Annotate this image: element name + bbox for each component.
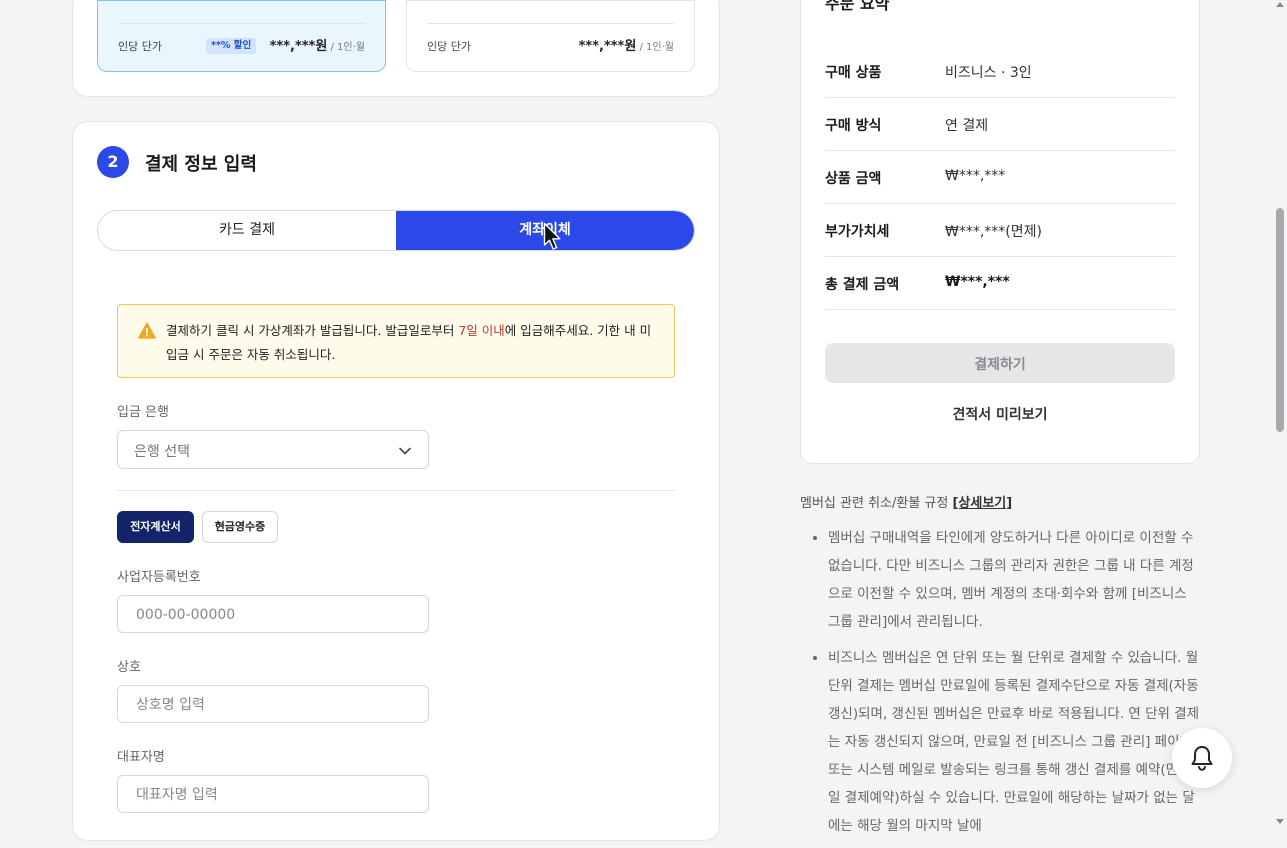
business-number-input[interactable] [134,596,418,634]
virtual-account-notice: 결제하기 클릭 시 가상계좌가 발급됩니다. 발급일로부터 7일 이내에 입금해… [117,304,675,378]
company-name-input[interactable] [134,686,418,724]
unit-price-value: ***,***원 [578,39,637,54]
notice-deadline: 7일 이내 [458,323,505,338]
payment-method-toggle: 카드 결제 계좌이체 [97,210,695,251]
notice-text-part: 결제하기 클릭 시 가상계좌가 발급됩니다. 발급일로부터 [166,323,459,338]
cash-receipt-button[interactable]: 현금영수증 [202,511,278,543]
refund-policy-list: 멤버십 구매내역을 타인에게 양도하거나 다른 아이디로 이전할 수 없습니다.… [800,524,1200,848]
policy-detail-link[interactable]: [상세보기] [952,496,1012,511]
summary-row-vat: 부가가치세 ₩***,***(면제) [825,204,1175,257]
unit-price-unit: / 1인·월 [636,42,675,53]
summary-row-price: 상품 금액 ₩***,*** [825,151,1175,204]
warning-icon [138,322,156,339]
refund-policy-title: 멤버십 관련 취소/환불 규정 [800,496,953,511]
card-payment-tab[interactable]: 카드 결제 [98,211,396,250]
unit-price: ***,***원 / 1인·월 [270,35,365,54]
summary-key: 총 결제 금액 [825,277,900,293]
bank-select[interactable]: 은행 선택 [117,430,429,469]
representative-input[interactable] [134,776,418,814]
business-number-label: 사업자등록번호 [117,570,201,585]
scroll-down-arrow-icon[interactable] [1276,819,1284,824]
page-scrollbar[interactable] [1273,0,1287,828]
step-number-badge: 2 [97,146,129,178]
bell-icon [1191,746,1213,771]
unit-price-label: 인당 단가 [427,40,471,53]
bank-select-value: 은행 선택 [134,444,190,460]
unit-price: ***,***원 / 1인·월 [579,35,674,54]
plan-card[interactable]: 인당 단가 ***,***원 / 1인·월 [406,0,695,72]
summary-key: 구매 상품 [825,65,882,81]
business-number-field [117,595,429,634]
representative-field [117,775,429,814]
policy-item: 비즈니스 멤버십은 연 단위 또는 월 단위로 결제할 수 있습니다. 월 단위… [828,644,1200,840]
unit-price-unit: / 1인·월 [327,42,366,53]
summary-row-total: 총 결제 금액 ₩***,*** [825,257,1175,310]
summary-row-product: 구매 상품 비즈니스 · 3인 [825,45,1175,98]
policy-item: 멤버십 구매내역을 타인에게 양도하거나 다른 아이디로 이전할 수 없습니다.… [828,524,1200,636]
summary-key: 상품 금액 [825,171,882,187]
company-name-label: 상호 [117,660,141,675]
unit-price-value: ***,***원 [269,39,328,54]
unit-price-label: 인당 단가 [118,40,162,53]
section-divider [117,490,675,491]
summary-value: ₩***,*** [945,168,1006,184]
total-amount: ₩***,*** [945,274,1010,290]
notice-text: 결제하기 클릭 시 가상계좌가 발급됩니다. 발급일로부터 7일 이내에 입금해… [166,319,656,367]
plan-card-divider [427,23,674,24]
notification-button[interactable] [1172,728,1232,788]
plan-card-selected[interactable]: 인당 단가 **% 할인 ***,***원 / 1인·월 [97,0,386,72]
mouse-cursor-icon [543,222,561,250]
chevron-down-icon [399,447,411,455]
tax-invoice-button[interactable]: 전자계산서 [117,511,194,543]
summary-row-method: 구매 방식 연 결제 [825,98,1175,151]
bank-label: 입금 은행 [117,405,169,420]
pay-button[interactable]: 결제하기 [825,343,1175,383]
refund-policy-heading: 멤버십 관련 취소/환불 규정 [상세보기] [800,492,1012,511]
summary-value: 연 결제 [945,118,989,134]
order-summary-title: 주문 요약 [825,0,890,13]
scroll-up-arrow-icon[interactable] [1276,2,1284,7]
discount-badge: **% 할인 [206,38,257,54]
representative-label: 대표자명 [117,750,165,765]
section-title: 결제 정보 입력 [145,154,257,175]
quote-preview-link[interactable]: 견적서 미리보기 [825,404,1175,424]
company-name-field [117,685,429,724]
plan-card-divider [118,23,365,24]
summary-key: 구매 방식 [825,118,882,134]
scrollbar-thumb[interactable] [1276,208,1284,432]
summary-value: ₩***,***(면제) [945,224,1042,240]
summary-key: 부가가치세 [825,224,890,240]
summary-value: 비즈니스 · 3인 [945,65,1032,81]
